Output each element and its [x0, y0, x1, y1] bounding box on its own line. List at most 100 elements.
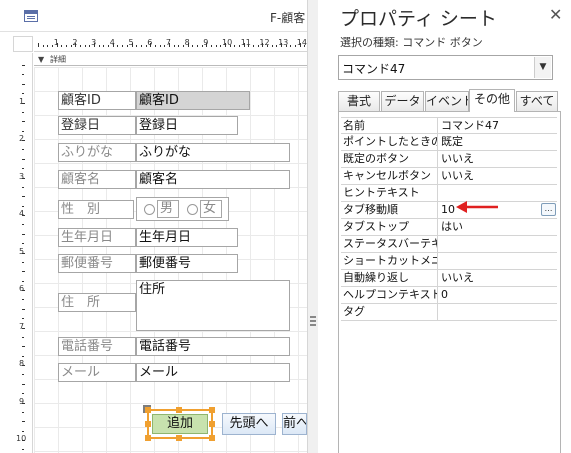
textbox-email[interactable]: メール — [136, 363, 290, 382]
label-phone[interactable]: 電話番号 — [58, 337, 136, 356]
property-value[interactable]: 既定 — [439, 134, 557, 150]
ruler-tick — [22, 421, 25, 423]
label-registration-date[interactable]: 登録日 — [58, 116, 136, 135]
resize-handle[interactable] — [145, 407, 151, 413]
label-customer-name[interactable]: 顧客名 — [58, 170, 136, 189]
vertical-ruler[interactable]: 1 2 3 4 5 6 7 8 9 10 — [13, 53, 33, 453]
property-value[interactable]: いいえ — [439, 270, 557, 286]
property-grid-frame: 名前 コマンド47 ポイントしたときのカーソル 既定 既定のボタン いいえ キャ… — [338, 111, 561, 453]
ruler-tick — [80, 45, 82, 47]
tab-other[interactable]: その他 — [469, 89, 515, 112]
property-name: 自動繰り返し — [341, 270, 438, 286]
label-female[interactable]: 女 — [200, 200, 222, 218]
horizontal-ruler[interactable]: 1 2 3 4 5 6 7 8 9 10 11 12 13 14 — [34, 36, 307, 52]
textbox-phone[interactable]: 電話番号 — [136, 337, 290, 356]
object-selector-value: コマンド47 — [342, 62, 406, 76]
label-postal-code[interactable]: 郵便番号 — [58, 254, 136, 273]
property-row[interactable]: ポイントしたときのカーソル 既定 — [341, 134, 557, 151]
radio-female[interactable] — [187, 204, 198, 215]
ruler-tick — [22, 383, 25, 385]
resize-handle[interactable] — [209, 421, 215, 427]
textbox-furigana[interactable]: ふりがな — [136, 143, 290, 162]
property-row[interactable]: 自動繰り返し いいえ — [341, 270, 557, 287]
property-value[interactable]: いいえ — [439, 168, 557, 184]
ruler-number: 9 — [203, 38, 209, 47]
form-selector-corner[interactable] — [13, 36, 33, 52]
resize-handle[interactable] — [209, 407, 215, 413]
property-row[interactable]: ヒントテキスト — [341, 185, 557, 202]
ruler-tick — [22, 233, 25, 235]
builder-ellipsis-button[interactable]: … — [541, 203, 556, 216]
ruler-tick — [42, 45, 44, 47]
textbox-birth-date[interactable]: 生年月日 — [136, 228, 238, 247]
vertical-scrollbar[interactable] — [307, 0, 318, 453]
add-button[interactable]: 追加 — [152, 414, 208, 434]
property-row[interactable]: ショートカットメニュー — [341, 253, 557, 270]
property-row[interactable]: 名前 コマンド47 — [341, 117, 557, 134]
ruler-tick — [234, 45, 236, 47]
property-row-tab-index[interactable]: タブ移動順 10 … — [341, 202, 557, 219]
ruler-tick — [122, 45, 124, 47]
close-icon[interactable]: ✕ — [549, 5, 562, 24]
tab-format[interactable]: 書式 — [338, 91, 380, 111]
property-row[interactable]: ヘルプコンテキストID 0 — [341, 287, 557, 304]
resize-handle[interactable] — [176, 435, 182, 441]
ruler-number: 11 — [240, 38, 251, 47]
property-value[interactable]: コマンド47 — [439, 118, 557, 134]
property-name: タブ移動順 — [341, 202, 438, 218]
tab-data[interactable]: データ — [381, 91, 424, 111]
property-row[interactable]: タブストップ はい — [341, 219, 557, 236]
resize-handle[interactable] — [145, 435, 151, 441]
label-email[interactable]: メール — [58, 363, 136, 382]
property-row[interactable]: キャンセルボタン いいえ — [341, 168, 557, 185]
resize-handle[interactable] — [209, 435, 215, 441]
ruler-tick — [22, 346, 25, 348]
property-name: キャンセルボタン — [341, 168, 438, 184]
label-customer-id[interactable]: 顧客ID — [58, 91, 136, 110]
radio-male[interactable] — [144, 204, 155, 215]
object-selector-combo[interactable]: コマンド47 ▼ — [338, 55, 553, 80]
ruler-tick — [22, 168, 24, 170]
property-row[interactable]: 既定のボタン いいえ — [341, 151, 557, 168]
splitter-grip-icon[interactable] — [310, 316, 316, 326]
property-value[interactable] — [439, 253, 557, 269]
form-window-title: F-顧客 — [270, 11, 306, 25]
resize-handle[interactable] — [145, 421, 151, 427]
chevron-down-icon[interactable]: ▼ — [534, 57, 551, 78]
property-value[interactable]: はい — [439, 219, 557, 235]
property-value[interactable] — [439, 304, 557, 320]
textbox-address[interactable]: 住所 — [136, 280, 290, 331]
section-collapse-arrow-icon: ▼ — [38, 55, 45, 64]
first-record-button[interactable]: 先頭へ — [222, 413, 276, 435]
label-gender[interactable]: 性 別 — [58, 200, 134, 219]
textbox-customer-id[interactable]: 顧客ID — [136, 91, 250, 110]
ruler-tick — [22, 308, 25, 310]
textbox-postal-code[interactable]: 郵便番号 — [136, 254, 238, 273]
label-furigana[interactable]: ふりがな — [58, 143, 136, 162]
detail-section-header[interactable]: ▼ 詳細 — [34, 53, 307, 66]
ruler-tick — [22, 186, 24, 188]
ruler-number: 5 — [128, 38, 134, 47]
property-value[interactable] — [439, 185, 557, 201]
ruler-number: 12 — [259, 38, 270, 47]
ruler-number: 2 — [72, 38, 78, 47]
ruler-number: 7 — [19, 321, 25, 331]
label-birth-date[interactable]: 生年月日 — [58, 228, 136, 247]
property-value[interactable]: いいえ — [439, 151, 557, 167]
property-row[interactable]: ステータスバーテキスト — [341, 236, 557, 253]
ruler-number: 14 — [296, 38, 307, 47]
ruler-tick — [178, 45, 180, 47]
property-sheet-title: プロパティ シート — [340, 8, 497, 30]
resize-handle[interactable] — [176, 407, 182, 413]
property-value[interactable]: 0 — [439, 287, 557, 303]
ruler-tick — [22, 224, 24, 226]
textbox-registration-date[interactable]: 登録日 — [136, 116, 238, 135]
label-male[interactable]: 男 — [157, 200, 179, 218]
previous-record-button[interactable]: 前へ — [282, 413, 307, 435]
property-value[interactable] — [439, 236, 557, 252]
label-address[interactable]: 住 所 — [58, 293, 136, 312]
tab-all[interactable]: すべて — [516, 91, 558, 111]
property-row[interactable]: タグ — [341, 304, 557, 321]
tab-event[interactable]: イベント — [425, 91, 469, 111]
textbox-customer-name[interactable]: 顧客名 — [136, 170, 290, 189]
